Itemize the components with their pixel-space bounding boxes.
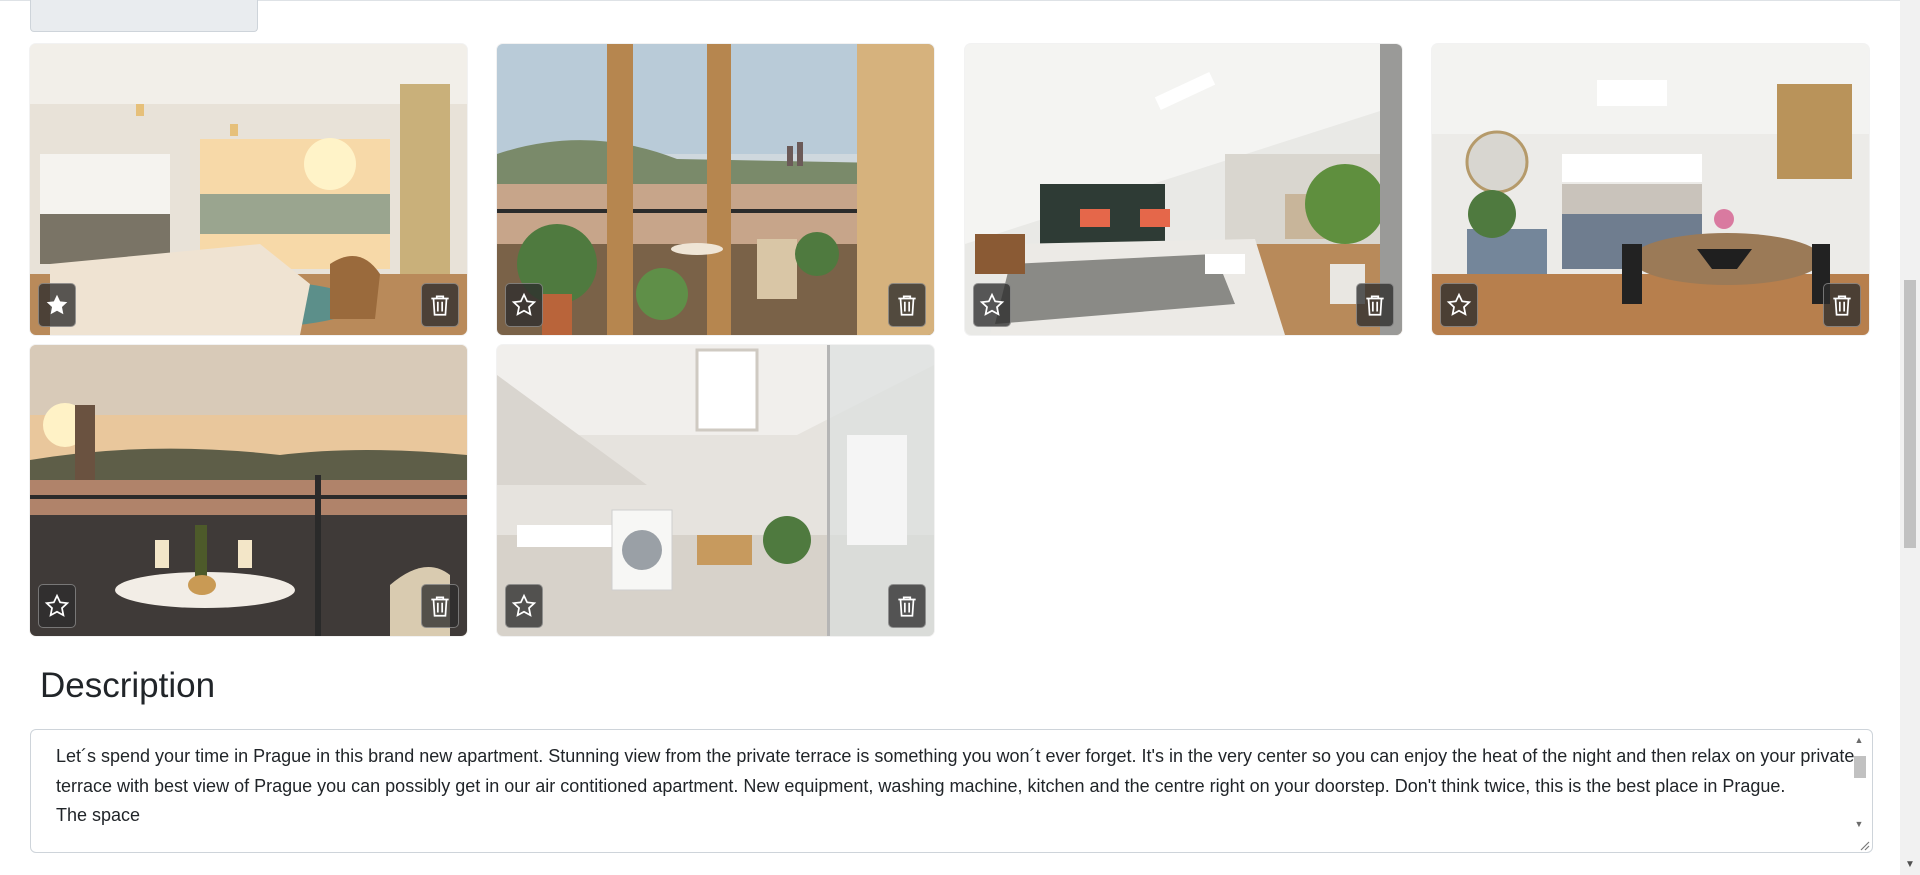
star-outline-icon	[1446, 292, 1472, 316]
living-room-photo	[30, 44, 467, 335]
photo-card[interactable]	[497, 44, 934, 335]
textarea-scroll-thumb[interactable]	[1854, 756, 1866, 778]
photo-card[interactable]	[30, 345, 467, 636]
kitchen-photo	[1432, 44, 1869, 335]
photo-card[interactable]	[497, 345, 934, 636]
previous-field-bottom	[30, 0, 258, 32]
delete-photo-button[interactable]	[888, 283, 926, 327]
bedroom-photo	[965, 44, 1402, 335]
scroll-down-arrow-icon[interactable]: ▼	[1852, 818, 1866, 830]
star-outline-icon	[979, 292, 1005, 316]
page-scroll-thumb[interactable]	[1904, 280, 1916, 548]
set-cover-button[interactable]	[973, 283, 1011, 327]
description-heading: Description	[40, 666, 216, 705]
trash-icon	[898, 596, 916, 617]
photo-card[interactable]	[1432, 44, 1869, 335]
delete-photo-button[interactable]	[888, 584, 926, 628]
page-top-border	[0, 0, 1900, 1]
star-outline-icon	[511, 292, 537, 316]
star-filled-icon	[46, 294, 68, 315]
star-outline-icon	[44, 593, 70, 617]
trash-icon	[898, 295, 916, 316]
description-text[interactable]: Let´s spend your time in Prague in this …	[56, 742, 1856, 831]
set-cover-button[interactable]	[505, 283, 543, 327]
photo-card[interactable]	[30, 44, 467, 335]
bathroom-photo	[497, 345, 934, 636]
page-scroll-down-icon[interactable]: ▼	[1900, 859, 1920, 871]
scroll-up-arrow-icon[interactable]: ▲	[1852, 734, 1866, 746]
star-outline-icon	[511, 593, 537, 617]
description-textarea[interactable]: Let´s spend your time in Prague in this …	[30, 729, 1873, 853]
set-cover-button[interactable]	[505, 584, 543, 628]
delete-photo-button[interactable]	[1823, 283, 1861, 327]
delete-photo-button[interactable]	[1356, 283, 1394, 327]
page-scrollbar[interactable]: ▼	[1900, 0, 1920, 875]
delete-photo-button[interactable]	[421, 283, 459, 327]
balcony-photo	[497, 44, 934, 335]
resize-grip-icon[interactable]	[1858, 839, 1870, 851]
trash-icon	[431, 295, 449, 316]
trash-icon	[1833, 295, 1851, 316]
photo-card[interactable]	[965, 44, 1402, 335]
trash-icon	[1366, 295, 1384, 316]
set-cover-button[interactable]	[38, 584, 76, 628]
delete-photo-button[interactable]	[421, 584, 459, 628]
terrace-sunset-photo	[30, 345, 467, 636]
textarea-scrollbar[interactable]: ▲ ▼	[1852, 734, 1866, 846]
trash-icon	[431, 596, 449, 617]
set-cover-button[interactable]	[38, 283, 76, 327]
set-cover-button[interactable]	[1440, 283, 1478, 327]
